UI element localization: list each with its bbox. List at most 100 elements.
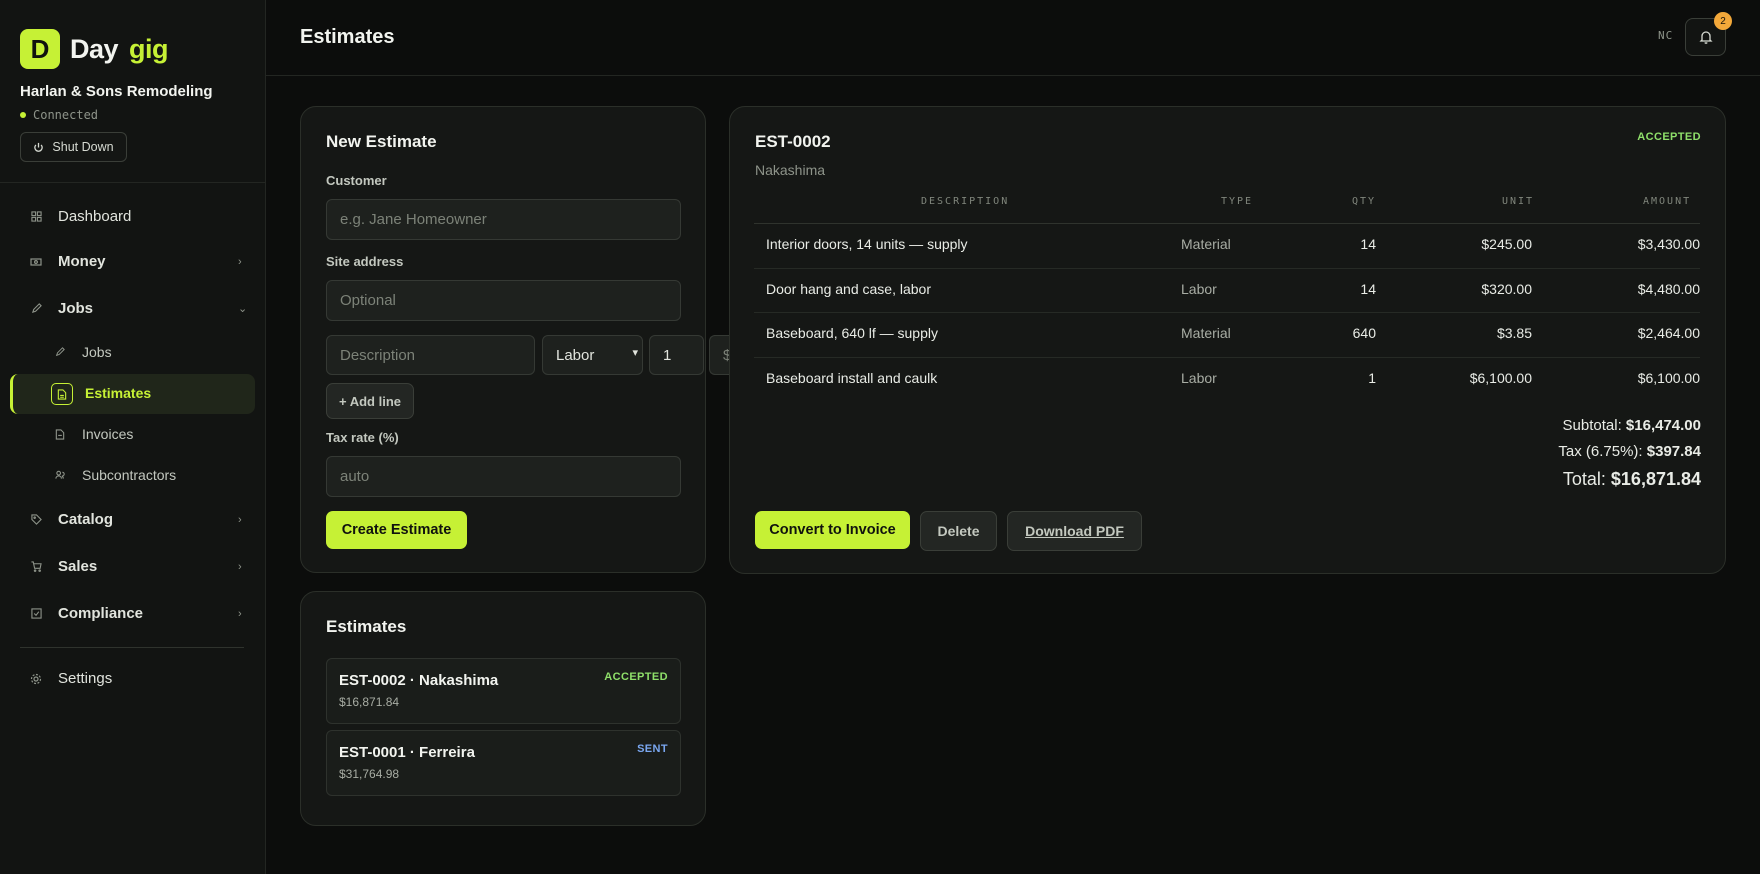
subtotal-label: Subtotal: <box>1562 417 1622 434</box>
page-title: Estimates <box>300 26 395 48</box>
list-item-amount: $16,871.84 <box>339 695 400 709</box>
invoice-icon <box>54 428 66 440</box>
brand-logo: D <box>20 29 60 69</box>
line-unit-input[interactable]: $ <box>709 335 729 375</box>
line-unit: $320.00 <box>1481 281 1532 297</box>
money-icon <box>30 256 42 268</box>
create-estimate-button[interactable]: Create Estimate <box>326 511 467 549</box>
line-description: Baseboard, 640 lf — supply <box>766 325 938 341</box>
delete-button[interactable]: Delete <box>920 511 997 551</box>
line-type-select[interactable]: Labor ▾ <box>542 335 643 375</box>
line-qty-input[interactable]: 1 <box>649 335 704 375</box>
estimates-list-card: Estimates EST-0002 · Nakashima $16,871.8… <box>300 591 706 826</box>
line-type-value: Labor <box>556 346 595 364</box>
chevron-right-icon: › <box>238 255 242 268</box>
site-address-input[interactable]: Optional <box>326 280 681 321</box>
pencil-icon <box>54 346 66 358</box>
sidebar-item-label: Estimates <box>85 385 152 401</box>
nav-jobs-label: Jobs <box>58 300 94 317</box>
chevron-right-icon: › <box>238 560 242 573</box>
column-header-description: DESCRIPTION <box>921 196 1010 207</box>
document-icon <box>51 383 73 405</box>
column-header-qty: QTY <box>1352 196 1377 207</box>
estimates-list-title: Estimates <box>326 617 407 636</box>
brand-name: Day <box>70 33 119 64</box>
convert-to-invoice-button[interactable]: Convert to Invoice <box>755 511 910 549</box>
download-pdf-button[interactable]: Download PDF <box>1007 511 1142 551</box>
sidebar-item-subcontractors[interactable]: Subcontractors <box>54 467 176 483</box>
sidebar: D Day gig Harlan & Sons Remodeling Conne… <box>0 0 266 874</box>
nav-catalog[interactable]: Catalog › <box>30 511 242 528</box>
line-qty: 14 <box>1360 281 1376 297</box>
line-type: Labor <box>1181 281 1217 297</box>
estimate-detail-card: EST-0002 Nakashima ACCEPTED DESCRIPTION … <box>729 106 1726 574</box>
nav-money[interactable]: Money › <box>30 253 242 270</box>
nav-compliance[interactable]: Compliance › <box>30 605 242 622</box>
estimate-number: EST-0002 <box>755 132 831 151</box>
new-estimate-card: New Estimate Customer e.g. Jane Homeowne… <box>300 106 725 573</box>
nav-settings-label: Settings <box>58 670 113 687</box>
chevron-right-icon: › <box>238 607 242 620</box>
line-type: Labor <box>1181 370 1217 386</box>
total-value: $16,871.84 <box>1610 469 1701 489</box>
line-description-input[interactable]: Description <box>326 335 535 375</box>
tax-line: Tax (6.75%): $397.84 <box>1558 443 1701 460</box>
nav-sales[interactable]: Sales › <box>30 558 242 575</box>
total-label: Total: <box>1562 469 1606 489</box>
user-initials[interactable]: NC <box>1658 29 1673 42</box>
chevron-right-icon: › <box>238 513 242 526</box>
nav-money-label: Money <box>58 253 106 270</box>
column-header-type: TYPE <box>1221 196 1254 207</box>
nav-sales-label: Sales <box>58 558 98 575</box>
line-amount: $2,464.00 <box>1637 325 1700 341</box>
estimate-customer: Nakashima <box>755 162 826 178</box>
line-description: Baseboard install and caulk <box>766 370 938 386</box>
sidebar-item-jobs[interactable]: Jobs <box>54 344 112 360</box>
chevron-down-icon: ▾ <box>632 347 638 359</box>
sidebar-item-label: Subcontractors <box>82 467 177 483</box>
connection-label: Connected <box>33 108 99 122</box>
sidebar-item-estimates[interactable]: Estimates <box>10 374 255 414</box>
customer-input[interactable]: e.g. Jane Homeowner <box>326 199 681 240</box>
nav-settings[interactable]: Settings <box>30 670 112 687</box>
power-icon <box>34 142 44 152</box>
nav-jobs[interactable]: Jobs ⌄ <box>30 300 247 317</box>
shut-down-label: Shut Down <box>52 140 114 154</box>
tax-rate-input[interactable]: auto <box>326 456 681 497</box>
line-qty: 1 <box>1368 370 1376 386</box>
status-badge: SENT <box>637 743 668 755</box>
shut-down-button[interactable]: Shut Down <box>20 132 127 162</box>
line-description: Door hang and case, labor <box>766 281 931 297</box>
line-unit: $6,100.00 <box>1469 370 1532 386</box>
add-line-button[interactable]: + Add line <box>326 383 414 419</box>
dashboard-icon <box>30 211 42 223</box>
line-unit: $245.00 <box>1481 236 1532 252</box>
line-type: Material <box>1181 236 1231 252</box>
users-icon <box>54 469 66 481</box>
list-item[interactable]: EST-0002 · Nakashima $16,871.84 ACCEPTED <box>326 658 681 724</box>
status-badge: ACCEPTED <box>604 671 668 683</box>
row-divider <box>754 312 1700 313</box>
tag-icon <box>30 514 42 526</box>
line-amount: $6,100.00 <box>1637 370 1700 386</box>
list-item-title: EST-0001 · Ferreira <box>339 744 475 761</box>
sidebar-item-invoices[interactable]: Invoices <box>54 426 133 442</box>
company-name: Harlan & Sons Remodeling <box>20 83 213 100</box>
nav-dashboard[interactable]: Dashboard <box>30 208 131 225</box>
sidebar-divider <box>20 647 244 648</box>
new-estimate-title: New Estimate <box>326 132 437 151</box>
brand[interactable]: D Day gig <box>20 29 169 69</box>
status-badge: ACCEPTED <box>1637 131 1701 143</box>
gear-icon <box>30 673 42 685</box>
tax-rate-label: Tax rate (%) <box>326 430 399 445</box>
checklist-icon <box>30 608 42 620</box>
column-header-amount: AMOUNT <box>1643 196 1692 207</box>
site-address-label: Site address <box>326 254 404 269</box>
tax-value: $397.84 <box>1646 443 1701 460</box>
list-item[interactable]: EST-0001 · Ferreira $31,764.98 SENT <box>326 730 681 796</box>
nav-dashboard-label: Dashboard <box>58 208 132 225</box>
status-dot-icon <box>20 112 26 118</box>
list-item-title: EST-0002 · Nakashima <box>339 672 499 689</box>
subtotal-line: Subtotal: $16,474.00 <box>1563 417 1701 434</box>
column-header-unit: UNIT <box>1502 196 1535 207</box>
